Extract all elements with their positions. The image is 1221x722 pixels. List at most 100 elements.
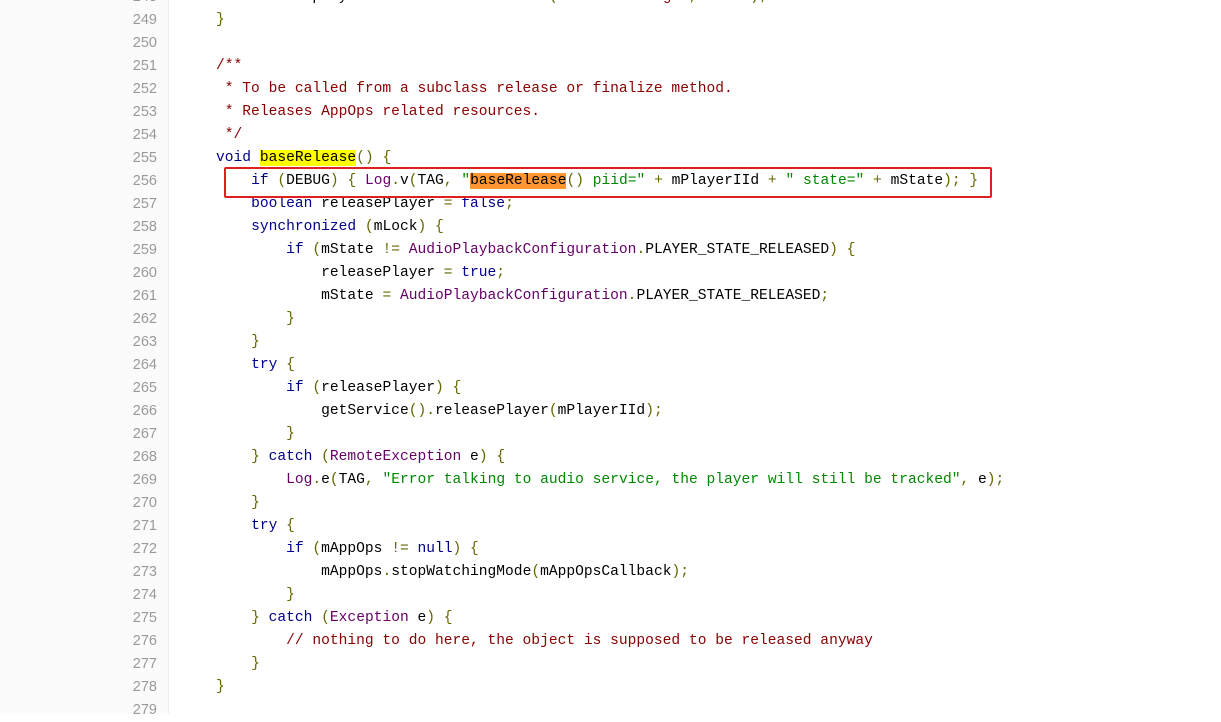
code-token: } (286, 425, 295, 442)
code-token: PLAYER_STATE_RELEASED (645, 241, 830, 258)
code-text: if (mAppOps != null) { (181, 538, 479, 561)
code-token: { (443, 609, 453, 626)
code-token: ; (496, 264, 506, 281)
line-number: 267 (132, 425, 157, 442)
code-token: } (216, 11, 225, 28)
code-token: ); (943, 172, 961, 189)
code-token: = (443, 195, 453, 212)
code-token: ( (321, 448, 330, 465)
code-line: 270 } (0, 492, 1221, 515)
code-token: mState (321, 241, 383, 258)
code-token: void (216, 149, 252, 166)
line-number: 259 (132, 241, 157, 258)
line-number: 254 (132, 126, 157, 143)
line-number: 272 (132, 540, 157, 557)
code-token: true (461, 264, 497, 281)
code-text: try { (181, 515, 295, 538)
code-token: TAG (338, 471, 365, 488)
code-line: 279 (0, 699, 1221, 722)
code-token: ( (408, 172, 418, 189)
code-token: mState (181, 287, 383, 304)
code-viewer: 248 return playerSetAuxEffectSendLevel(f… (0, 0, 1221, 722)
code-token: boolean (251, 195, 313, 212)
code-token: + (654, 172, 663, 189)
code-text: // nothing to do here, the object is sup… (181, 630, 873, 653)
code-token: AudioPlaybackConfiguration (408, 241, 637, 258)
code-token: " (461, 172, 471, 189)
search-highlight: baseRelease (259, 149, 357, 166)
code-token: if (286, 379, 304, 396)
code-text: if (releasePlayer) { (181, 377, 461, 400)
code-token: { (435, 218, 444, 235)
code-text: return playerSetAuxEffectSendLevel(false… (181, 0, 768, 9)
code-token: try (251, 517, 278, 534)
line-number: 260 (132, 264, 157, 281)
line-number: 265 (132, 379, 157, 396)
line-number: 266 (132, 402, 157, 419)
code-token: ( (312, 241, 322, 258)
line-number: 256 (132, 172, 157, 189)
code-token: } (969, 172, 979, 189)
code-token: { (347, 172, 357, 189)
code-token: } (286, 586, 295, 603)
code-token: { (382, 149, 392, 166)
code-text: releasePlayer = true; (181, 262, 505, 285)
code-line: 273 mAppOps.stopWatchingMode(mAppOpsCall… (0, 561, 1221, 584)
code-token: mAppOpsCallback (540, 563, 672, 580)
line-number: 261 (132, 287, 157, 304)
line-number: 262 (132, 310, 157, 327)
code-token: { (846, 241, 856, 258)
code-token: if (286, 540, 304, 557)
code-token: releasePlayer (434, 402, 549, 419)
code-token: } (251, 609, 260, 626)
code-line: 252 * To be called from a subclass relea… (0, 78, 1221, 101)
code-token: } (251, 655, 260, 672)
code-token: mAppOps (321, 540, 392, 557)
code-token: mPlayerIId (557, 402, 646, 419)
code-token: ; (820, 287, 830, 304)
code-token: , (443, 172, 453, 189)
code-token: } (251, 333, 260, 350)
line-number: 269 (132, 471, 157, 488)
code-line: 248 return playerSetAuxEffectSendLevel(f… (0, 0, 1221, 9)
code-token: "Error talking to audio service, the pla… (382, 471, 961, 488)
code-line: 260 releasePlayer = true; (0, 262, 1221, 285)
code-text: } (181, 584, 295, 607)
code-text: * Releases AppOps related resources. (181, 101, 540, 124)
code-text: * To be called from a subclass release o… (181, 78, 733, 101)
code-token: ) (329, 172, 339, 189)
code-token: } (216, 678, 225, 695)
code-line: 255 void baseRelease() { (0, 147, 1221, 170)
code-text: } (181, 653, 260, 676)
code-token: ) (426, 609, 436, 626)
code-line: 250 (0, 32, 1221, 55)
code-line: 275 } catch (Exception e) { (0, 607, 1221, 630)
code-token: = (382, 287, 392, 304)
code-text: try { (181, 354, 295, 377)
code-line: 251 /** (0, 55, 1221, 78)
line-number: 273 (132, 563, 157, 580)
code-line: 272 if (mAppOps != null) { (0, 538, 1221, 561)
code-token: e (461, 448, 479, 465)
code-token: ( (321, 609, 330, 626)
code-line: 268 } catch (RemoteException e) { (0, 446, 1221, 469)
code-line: 263 } (0, 331, 1221, 354)
code-token: e (969, 471, 987, 488)
code-text: if (mState != AudioPlaybackConfiguration… (181, 239, 855, 262)
code-token: try (251, 356, 278, 373)
code-line: 256 if (DEBUG) { Log.v(TAG, "baseRelease… (0, 170, 1221, 193)
code-token: } (286, 310, 295, 327)
code-line: 271 try { (0, 515, 1221, 538)
